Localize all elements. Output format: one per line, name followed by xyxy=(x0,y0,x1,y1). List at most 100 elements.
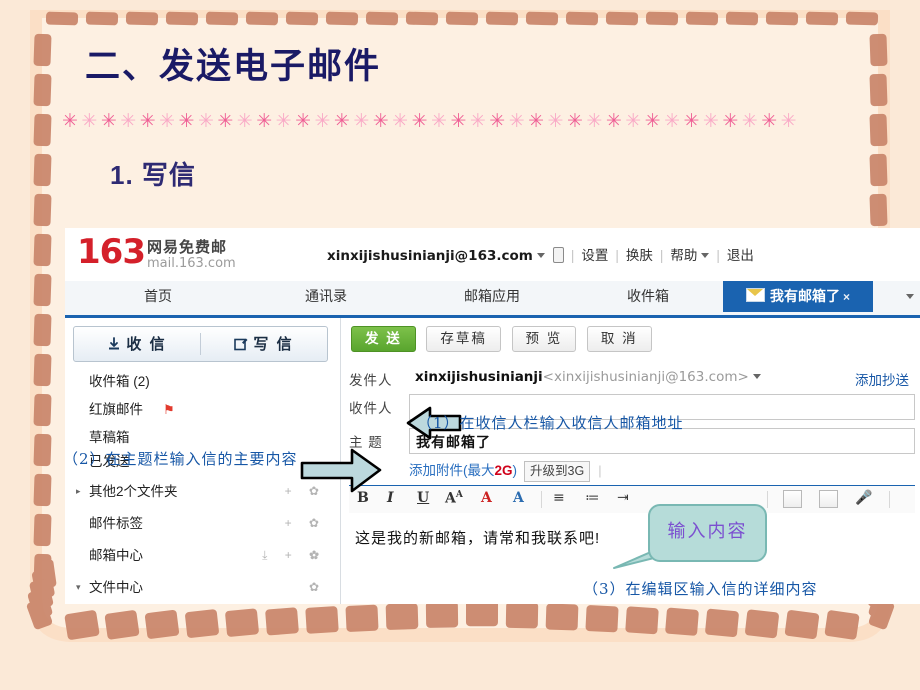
tab-bar: 首页 通讯录 邮箱应用 收件箱 我有邮箱了 × xyxy=(65,281,920,318)
from-value: xinxijishusinianji<xinxijishusinianji@16… xyxy=(415,369,761,385)
tab-inbox[interactable]: 收件箱 xyxy=(573,281,724,312)
sidebar-action-bar: 收 信 写 信 xyxy=(73,326,328,362)
indent-button[interactable]: ⇥ xyxy=(617,490,629,506)
mail-header: 163 网易免费邮 mail.163.com xinxijishusinianj… xyxy=(65,228,920,281)
sidebar-item-icons[interactable]: ⤓ + ✿ xyxy=(262,542,326,569)
chevron-down-icon[interactable] xyxy=(536,253,545,258)
sidebar-item-flagged[interactable]: 红旗邮件 ⚑ xyxy=(65,396,340,423)
compose-icon xyxy=(234,337,248,355)
sidebar-item-inbox[interactable]: 收件箱 (2) xyxy=(65,368,340,395)
divider xyxy=(767,491,768,508)
attach-size: 2G xyxy=(494,463,513,478)
preview-button[interactable]: 预 览 xyxy=(511,326,577,352)
voice-icon[interactable]: 🎤 xyxy=(855,490,872,506)
from-field[interactable]: xinxijishusinianji<xinxijishusinianji@16… xyxy=(409,366,915,390)
decorative-divider: ✳✳✳✳✳✳✳✳✳✳✳✳✳✳✳✳✳✳✳✳✳✳✳✳✳✳✳✳✳✳✳✳✳✳✳✳✳✳ xyxy=(62,110,801,132)
attach-prefix: 添加附件(最大 xyxy=(409,463,495,478)
bold-button[interactable]: B xyxy=(357,490,369,506)
mobile-icon[interactable] xyxy=(552,247,564,263)
receive-mail-button[interactable]: 收 信 xyxy=(74,333,201,355)
tab-home[interactable]: 首页 xyxy=(75,281,242,312)
tab-compose-active[interactable]: 我有邮箱了 × xyxy=(723,281,873,312)
sidebar-item-other-folders[interactable]: ▸ 其他2个文件夹 + ✿ xyxy=(65,478,340,505)
editor-toolbar: B I U AA A A ≡ ≔ ⇥ 🎤 xyxy=(349,485,915,514)
italic-button[interactable]: I xyxy=(387,490,394,506)
compose-pane: 发 送 存草稿 预 览 取 消 发件人 xinxijishusinianji<x… xyxy=(341,318,920,604)
chevron-down-icon[interactable] xyxy=(752,374,761,379)
from-label: 发件人 xyxy=(349,373,393,388)
subject-value: 我有邮箱了 xyxy=(416,434,491,450)
logo-163: 163 xyxy=(77,232,146,272)
chevron-down-icon[interactable] xyxy=(701,253,710,258)
download-icon xyxy=(107,337,121,355)
skin-link[interactable]: 换肤 xyxy=(626,248,653,263)
compose-mail-button[interactable]: 写 信 xyxy=(201,333,327,355)
from-address: <xinxijishusinianji@163.com> xyxy=(542,369,749,385)
compose-action-bar: 发 送 存草稿 预 览 取 消 xyxy=(351,326,659,352)
separator: | xyxy=(598,463,602,478)
sidebar-item-mail-center[interactable]: 邮箱中心 ⤓ + ✿ xyxy=(65,542,340,569)
receive-mail-label: 收 信 xyxy=(126,336,167,353)
tab-overflow-button[interactable] xyxy=(893,281,920,312)
tab-compose-label: 我有邮箱了 xyxy=(769,288,840,304)
chevron-down-icon[interactable]: ▾ xyxy=(76,574,81,601)
logout-link[interactable]: 退出 xyxy=(727,248,754,263)
to-label: 收件人 xyxy=(349,401,393,416)
sidebar-item-label: 收件箱 (2) xyxy=(89,374,150,389)
divider xyxy=(541,491,542,508)
close-icon[interactable]: × xyxy=(843,290,850,304)
save-draft-button[interactable]: 存草稿 xyxy=(426,326,501,352)
font-size-label: A xyxy=(445,490,456,507)
add-attachment-link[interactable]: 添加附件(最大2G) xyxy=(409,463,517,478)
callout-bubble: 输入内容 xyxy=(648,504,767,562)
sidebar-item-drafts[interactable]: 草稿箱 xyxy=(65,424,340,451)
account-bar: xinxijishusinianji@163.com | 设置 | 换肤 | 帮助 | 退出 xyxy=(327,244,754,264)
sidebar-item-icons[interactable]: + ✿ xyxy=(285,510,326,537)
subject-label: 主 题 xyxy=(349,435,383,450)
annotation-step-3: （3）在编辑区输入信的详细内容 xyxy=(583,580,818,598)
from-row: 发件人 xinxijishusinianji<xinxijishusinianj… xyxy=(349,366,915,392)
text-color-button[interactable]: A xyxy=(481,490,492,506)
separator: | xyxy=(716,248,720,263)
cancel-button[interactable]: 取 消 xyxy=(586,326,652,352)
separator: | xyxy=(659,248,664,263)
sidebar-item-icons[interactable]: + ✿ xyxy=(285,478,326,505)
underline-button[interactable]: U xyxy=(417,490,429,506)
font-size-button[interactable]: AA xyxy=(445,490,463,507)
red-flag-icon: ⚑ xyxy=(163,402,175,417)
section-subtitle: 1. 写信 xyxy=(110,160,196,190)
sidebar-item-icons[interactable]: ✿ xyxy=(309,574,326,601)
insert-card-icon[interactable] xyxy=(819,490,838,508)
logo-url: mail.163.com xyxy=(147,256,236,271)
highlight-color-button[interactable]: A xyxy=(513,490,524,506)
insert-image-icon[interactable] xyxy=(783,490,802,508)
sidebar-item-labels[interactable]: 邮件标签 + ✿ xyxy=(65,510,340,537)
from-name: xinxijishusinianji xyxy=(415,369,543,385)
account-email: xinxijishusinianji@163.com xyxy=(327,248,533,264)
logo-name: 网易免费邮 xyxy=(147,239,228,256)
tab-contacts[interactable]: 通讯录 xyxy=(241,281,412,312)
settings-link[interactable]: 设置 xyxy=(581,248,608,263)
editor-body-text: 这是我的新邮箱，请常和我联系吧! xyxy=(355,530,601,547)
send-button[interactable]: 发 送 xyxy=(351,326,416,352)
divider xyxy=(889,491,890,508)
mail-icon xyxy=(745,288,765,302)
add-cc-link[interactable]: 添加抄送 xyxy=(855,369,909,389)
chevron-right-icon[interactable]: ▸ xyxy=(76,478,81,505)
sidebar-item-label: 邮箱中心 xyxy=(89,548,143,563)
attachment-row: 添加附件(最大2G) 升级到3G | xyxy=(409,459,602,482)
annotation-step-1: （1）在收信人栏输入收信人邮箱地址 xyxy=(417,414,684,432)
separator: | xyxy=(570,248,575,263)
upgrade-button[interactable]: 升级到3G xyxy=(524,461,591,482)
sidebar-item-label: 文件中心 xyxy=(89,580,143,595)
align-button[interactable]: ≡ xyxy=(553,490,565,506)
compose-mail-label: 写 信 xyxy=(253,336,294,353)
sidebar-item-file-center[interactable]: ▾ 文件中心 ✿ xyxy=(65,574,340,601)
tab-apps[interactable]: 邮箱应用 xyxy=(411,281,574,312)
page-title: 二、发送电子邮件 xyxy=(85,46,382,87)
sidebar-item-label: 红旗邮件 xyxy=(89,402,143,417)
attach-suffix: ) xyxy=(512,463,518,478)
help-link[interactable]: 帮助 xyxy=(670,248,697,263)
list-button[interactable]: ≔ xyxy=(585,490,599,506)
sidebar-item-label: 草稿箱 xyxy=(89,430,130,445)
